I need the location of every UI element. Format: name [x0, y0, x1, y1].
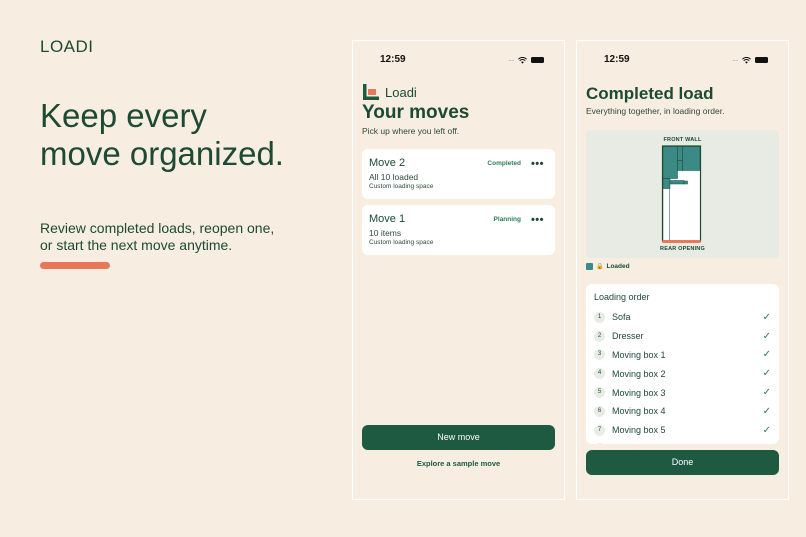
- item-number: 5: [594, 387, 605, 399]
- battery-icon: [531, 57, 544, 63]
- loadi-logo-icon: [363, 84, 379, 100]
- status-badge: Completed: [487, 160, 521, 167]
- done-button[interactable]: Done: [586, 450, 779, 475]
- status-badge: Planning: [493, 216, 521, 223]
- list-item-partial: [594, 440, 771, 444]
- item-name: Dresser: [612, 331, 644, 342]
- list-item: 5 Moving box 3 ✓: [594, 383, 771, 402]
- legend-label: Loaded: [606, 263, 630, 270]
- brand-wordmark: LOADI: [40, 37, 94, 56]
- item-name: Moving box 3: [612, 387, 666, 398]
- list-item: 3 Moving box 1 ✓: [594, 346, 771, 365]
- check-icon: ✓: [762, 387, 771, 399]
- item-number: 4: [594, 368, 605, 380]
- list-item: 6 Moving box 4 ✓: [594, 402, 771, 421]
- check-icon: ✓: [762, 405, 771, 417]
- item-number: 6: [594, 405, 605, 417]
- phone-completed-screen: 12:59 .... Completed load Everything tog…: [576, 40, 789, 500]
- battery-icon: [755, 57, 768, 63]
- move-name: Move 1: [369, 213, 406, 225]
- list-item: 4 Moving box 2 ✓: [594, 364, 771, 383]
- loading-order-title: Loading order: [594, 292, 650, 302]
- truck-bed-diagram: [661, 145, 702, 243]
- list-item: 1 Sofa ✓: [594, 308, 771, 327]
- status-time: 12:59: [380, 54, 406, 65]
- check-icon: ✓: [762, 330, 771, 342]
- legend: 🔒 Loaded: [586, 263, 630, 270]
- wifi-icon: [742, 56, 751, 64]
- loading-order-list[interactable]: 1 Sofa ✓ 2 Dresser ✓ 3 Moving box 1 ✓ 4 Moving …: [594, 308, 771, 444]
- explore-sample-link[interactable]: Explore a sample move: [362, 459, 555, 468]
- move-name: Move 2: [369, 157, 406, 169]
- move-card[interactable]: Move 2 All 10 loaded Custom loading spac…: [362, 149, 555, 199]
- page-title: Your moves: [362, 102, 470, 123]
- item-number: 3: [594, 349, 605, 361]
- loaded-swatch: [586, 263, 593, 270]
- rear-opening-label: REAR OPENING: [660, 246, 705, 252]
- item-name: Moving box 2: [612, 368, 666, 379]
- status-bar: 12:59 ....: [577, 54, 788, 68]
- more-options-icon[interactable]: •••: [531, 158, 544, 170]
- item-name: Moving box 5: [612, 425, 666, 436]
- move-card[interactable]: Move 1 10 items Custom loading space Pla…: [362, 205, 555, 255]
- accent-bar: [40, 262, 110, 269]
- check-icon: ✓: [762, 349, 771, 361]
- signal-icon: ....: [508, 56, 514, 63]
- move-space: Custom loading space: [369, 183, 434, 190]
- lock-icon: 🔒: [596, 264, 604, 270]
- subheadline: Review completed loads, reopen one, or s…: [40, 220, 275, 253]
- page-subtitle: Pick up where you left off.: [362, 126, 460, 136]
- item-name: Moving box 4: [612, 406, 666, 417]
- page-subtitle: Everything together, in loading order.: [586, 106, 725, 116]
- headline-line-2: move organized.: [40, 135, 284, 172]
- front-wall-label: FRONT WALL: [663, 137, 702, 143]
- list-item: 2 Dresser ✓: [594, 327, 771, 346]
- status-bar: 12:59 ....: [353, 54, 564, 68]
- check-icon: ✓: [762, 424, 771, 436]
- check-icon: ✓: [762, 368, 771, 380]
- more-options-icon[interactable]: •••: [531, 214, 544, 226]
- headline-line-1: Keep every: [40, 97, 207, 134]
- wifi-icon: [518, 56, 527, 64]
- move-detail: 10 items: [369, 228, 402, 238]
- item-number: 2: [594, 330, 605, 342]
- headline: Keep every move organized.: [40, 97, 340, 173]
- move-space: Custom loading space: [369, 239, 434, 246]
- status-time: 12:59: [604, 54, 630, 65]
- load-diagram: FRONT WALL REAR OPENING: [586, 130, 779, 258]
- loading-order-panel[interactable]: Loading order 1 Sofa ✓ 2 Dresser ✓ 3 Moving b…: [586, 284, 779, 444]
- phone-moves-screen: 12:59 .... Loadi Your moves Pick up wher…: [352, 40, 565, 500]
- item-name: Moving box 1: [612, 349, 666, 360]
- item-number: 7: [594, 424, 605, 436]
- signal-icon: ....: [732, 56, 738, 63]
- list-item: 7 Moving box 5 ✓: [594, 421, 771, 440]
- app-header: Loadi: [363, 84, 417, 100]
- move-detail: All 10 loaded: [369, 172, 419, 182]
- item-name: Sofa: [612, 312, 631, 323]
- item-number: 1: [594, 311, 605, 323]
- app-name: Loadi: [385, 84, 417, 100]
- page-title: Completed load: [586, 84, 714, 103]
- check-icon: ✓: [762, 311, 771, 323]
- new-move-button[interactable]: New move: [362, 425, 555, 450]
